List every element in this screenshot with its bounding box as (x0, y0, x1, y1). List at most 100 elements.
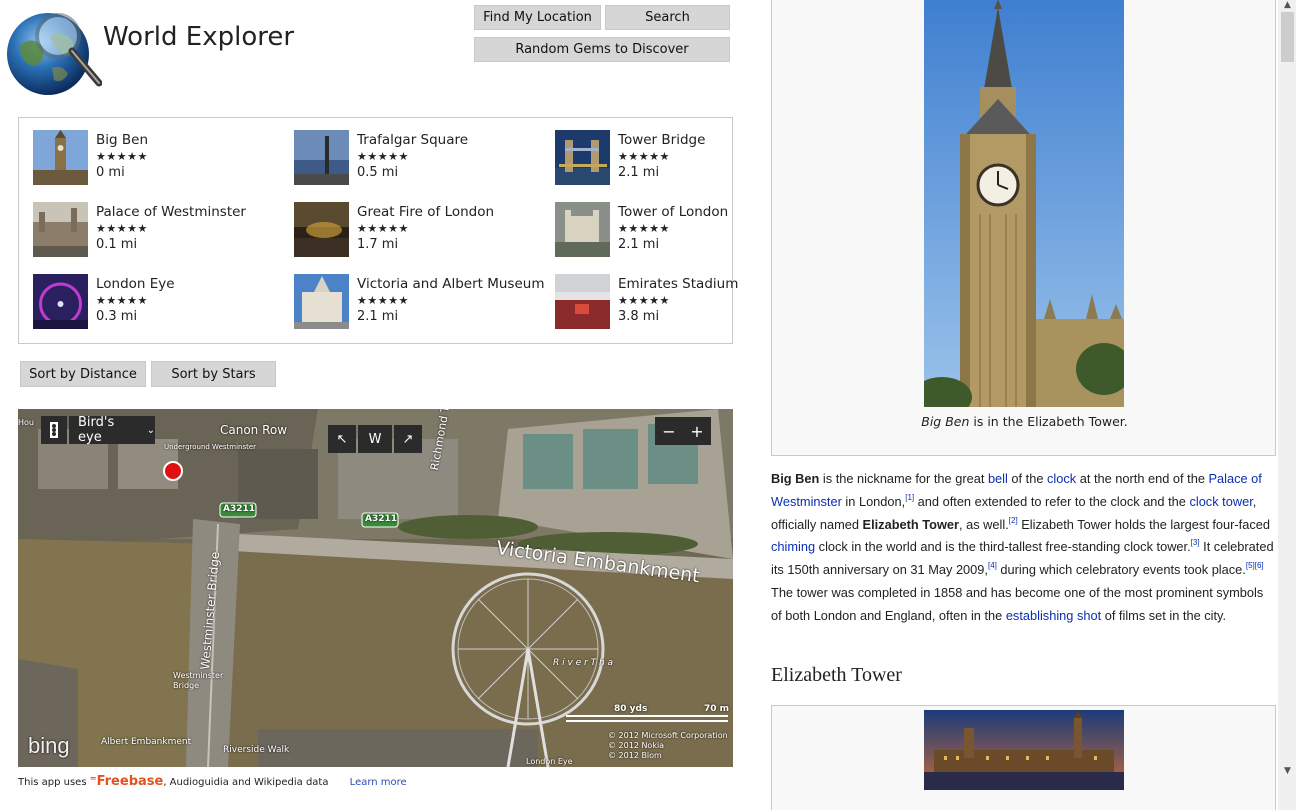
map-style-dropdown[interactable]: Bird's eye ⌄ (69, 415, 155, 445)
road-label-a3211: A3211 (223, 504, 256, 514)
map-label-canon-row: Canon Row (220, 423, 288, 437)
map-copyright: © 2012 Microsoft Corporation © 2012 Noki… (608, 731, 728, 761)
link-establishing-shot[interactable]: establishing shot (1006, 608, 1101, 623)
random-gems-button[interactable]: Random Gems to Discover (474, 37, 730, 62)
caption-rest: is in the Elizabeth Tower. (969, 414, 1128, 429)
chevron-down-icon: ⌄ (146, 424, 155, 436)
place-name: Trafalgar Square (357, 132, 469, 148)
big-ben-photo (924, 0, 1124, 407)
place-distance: 1.7 mi (357, 237, 399, 252)
place-thumbnail (294, 130, 349, 185)
rotate-right-icon[interactable]: ↗ (394, 425, 422, 453)
attribution-footer: This app uses ⁼Freebase, Audioguidia and… (18, 774, 407, 789)
place-name: Palace of Westminster (96, 204, 246, 220)
road-label-a3211: A3211 (365, 514, 398, 524)
map-label-london-eye: London Eye (526, 757, 573, 766)
place-item-palace-of-westminster[interactable]: Palace of Westminster ★★★★★ 0.1 mi (33, 202, 283, 260)
map-style-label: Bird's eye (78, 415, 115, 445)
citation[interactable]: [1] (905, 493, 914, 502)
place-name: Emirates Stadium (618, 276, 739, 292)
section-image-frame (771, 705, 1276, 810)
place-item-great-fire-of-london[interactable]: Great Fire of London ★★★★★ 1.7 mi (294, 202, 544, 260)
place-thumbnail (33, 202, 88, 257)
place-distance: 2.1 mi (357, 309, 399, 324)
place-thumbnail (555, 274, 610, 329)
article-bold-term: Big Ben (771, 471, 820, 486)
scale-m-label: 70 m (704, 704, 730, 714)
place-item-big-ben[interactable]: Big Ben ★★★★★ 0 mi (33, 130, 283, 188)
learn-more-link[interactable]: Learn more (350, 777, 407, 788)
place-item-london-eye[interactable]: London Eye ★★★★★ 0.3 mi (33, 274, 283, 332)
link-clock[interactable]: clock (1047, 471, 1076, 486)
map-label-hou: Hou (18, 418, 34, 427)
place-thumbnail (33, 130, 88, 185)
place-rating: ★★★★★ (357, 222, 409, 235)
birds-eye-map[interactable]: Bird's eye ⌄ ↖ W ↗ − + Hou Canon Row Und… (18, 409, 733, 767)
image-caption: Big Ben is in the Elizabeth Tower. (772, 413, 1277, 430)
place-name: London Eye (96, 276, 175, 292)
place-item-trafalgar-square[interactable]: Trafalgar Square ★★★★★ 0.5 mi (294, 130, 544, 188)
place-distance: 2.1 mi (618, 237, 660, 252)
place-rating: ★★★★★ (618, 150, 670, 163)
sort-by-stars-button[interactable]: Sort by Stars (151, 361, 276, 387)
copyright-line: © 2012 Blom (608, 751, 662, 760)
sort-by-distance-button[interactable]: Sort by Distance (20, 361, 146, 387)
place-rating: ★★★★★ (96, 294, 148, 307)
traffic-light-icon[interactable] (41, 416, 67, 444)
article-bold-term: Elizabeth Tower (862, 516, 959, 532)
place-distance: 0.1 mi (96, 237, 138, 252)
copyright-line: © 2012 Microsoft Corporation (608, 731, 728, 740)
vertical-scrollbar[interactable]: ▲ ▼ (1278, 0, 1296, 810)
find-my-location-button[interactable]: Find My Location (474, 5, 601, 30)
place-rating: ★★★★★ (618, 294, 670, 307)
link-clock-tower[interactable]: clock tower (1189, 494, 1252, 509)
bing-logo: bing (28, 733, 70, 758)
place-name: Big Ben (96, 132, 148, 148)
place-distance: 0.5 mi (357, 165, 399, 180)
map-label-riverside-walk: Riverside Walk (223, 745, 290, 755)
globe-magnifier-icon (6, 6, 103, 96)
search-button[interactable]: Search (605, 5, 730, 30)
map-label-albert-embankment: Albert Embankment (101, 737, 192, 747)
place-item-victoria-and-albert-museum[interactable]: Victoria and Albert Museum ★★★★★ 2.1 mi (294, 274, 544, 332)
citation[interactable]: [3] (1191, 538, 1200, 547)
app-title: World Explorer (103, 22, 295, 52)
place-thumbnail (294, 202, 349, 257)
place-rating: ★★★★★ (357, 294, 409, 307)
citation[interactable]: [2] (1009, 516, 1018, 525)
caption-italic: Big Ben (921, 414, 970, 429)
places-grid: Big Ben ★★★★★ 0 mi Trafalgar Square ★★★★… (18, 117, 738, 344)
infobox-image-frame: Big Ben is in the Elizabeth Tower. (771, 0, 1276, 456)
section-heading: Elizabeth Tower (771, 664, 902, 686)
place-thumbnail (555, 202, 610, 257)
scroll-up-icon[interactable]: ▲ (1281, 0, 1294, 12)
palace-night-photo (924, 710, 1124, 790)
place-distance: 2.1 mi (618, 165, 660, 180)
article-pane: Big Ben is in the Elizabeth Tower. Big B… (750, 0, 1296, 810)
link-bell[interactable]: bell (988, 471, 1008, 486)
place-distance: 0.3 mi (96, 309, 138, 324)
footer-prefix: This app uses (18, 777, 87, 788)
place-name: Great Fire of London (357, 204, 495, 220)
place-rating: ★★★★★ (618, 222, 670, 235)
place-rating: ★★★★★ (96, 222, 148, 235)
scrollbar-thumb[interactable] (1281, 12, 1294, 62)
place-rating: ★★★★★ (96, 150, 148, 163)
map-label-river: R i v e r T h a (553, 658, 614, 668)
freebase-logo: ⁼Freebase (89, 774, 164, 789)
article-body: Big Ben is the nickname for the great be… (771, 471, 1274, 623)
compass-heading[interactable]: W (358, 425, 392, 453)
place-name: Victoria and Albert Museum (357, 276, 545, 292)
rotate-left-icon[interactable]: ↖ (328, 425, 356, 453)
zoom-in-button[interactable]: + (683, 417, 711, 445)
citation[interactable]: [5][6] (1246, 561, 1264, 570)
zoom-out-button[interactable]: − (655, 417, 683, 445)
place-thumbnail (33, 274, 88, 329)
link-chiming[interactable]: chiming (771, 539, 815, 554)
scroll-down-icon[interactable]: ▼ (1281, 766, 1294, 778)
scale-yds-label: 80 yds (614, 704, 648, 714)
copyright-line: © 2012 Nokia (608, 741, 665, 750)
citation[interactable]: [4] (988, 561, 997, 570)
place-distance: 0 mi (96, 165, 125, 180)
place-thumbnail (294, 274, 349, 329)
